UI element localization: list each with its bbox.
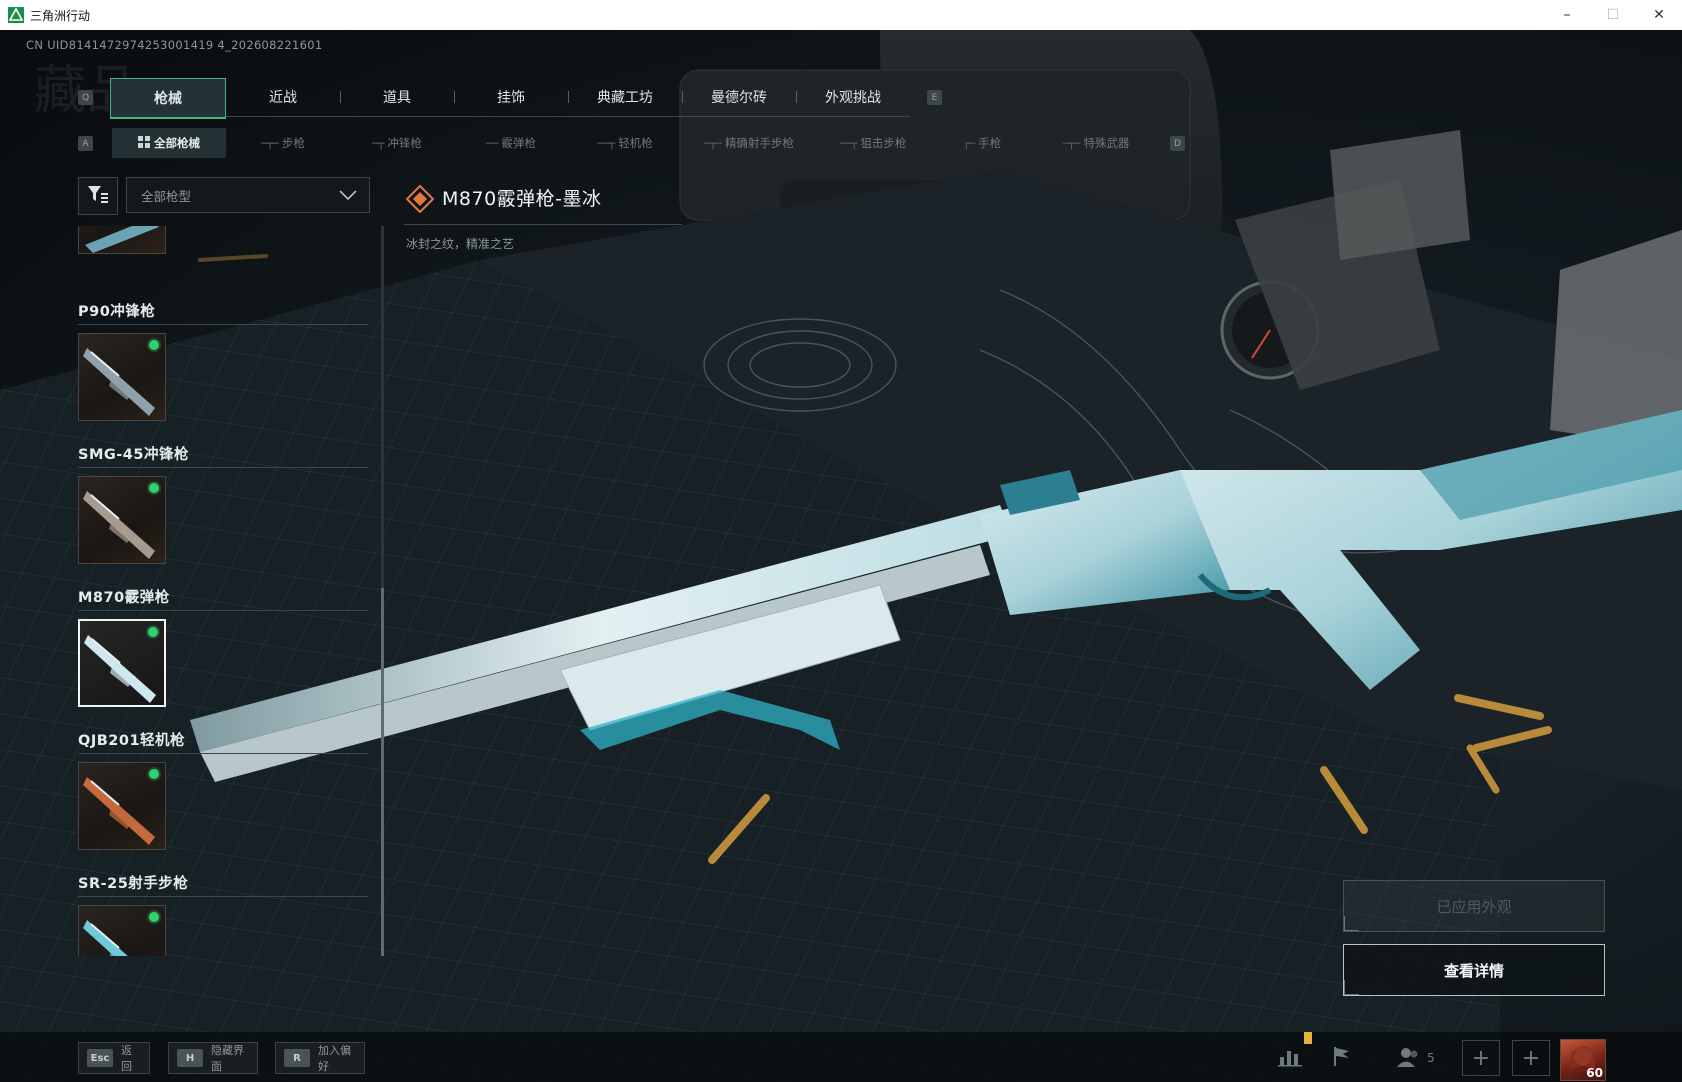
rifle-icon: ─┬─ (261, 136, 279, 150)
weapon-name: SMG-45冲锋枪 (78, 439, 368, 468)
subtab-rifle[interactable]: ─┬─ 步枪 (226, 128, 340, 158)
weapon-thumbnail[interactable] (78, 762, 166, 850)
prev-subtab-key-hint: A (78, 136, 93, 151)
subtab-all-firearms[interactable]: 全部枪械 (112, 128, 226, 158)
weapon-thumbnail[interactable] (78, 333, 166, 421)
player-level: 60 (1586, 1066, 1603, 1080)
rarity-diamond-icon (406, 185, 434, 213)
party-count: 5 (1427, 1051, 1435, 1065)
notification-badge (1304, 1032, 1312, 1044)
plus-icon: + (1521, 1045, 1541, 1071)
owned-indicator-dot (149, 340, 159, 350)
pistol-icon: ┌─ (962, 136, 975, 150)
select-value: 全部枪型 (141, 188, 192, 204)
weapon-name: P90冲锋枪 (78, 296, 368, 325)
weapon-type-select[interactable]: 全部枪型 (126, 177, 370, 213)
flag-icon (1331, 1045, 1353, 1071)
player-avatar[interactable]: 60 (1560, 1039, 1606, 1081)
stats-button[interactable] (1270, 1040, 1310, 1076)
subtab-dmr[interactable]: ─┬─ 精确射手步枪 (682, 128, 816, 158)
subtab-special[interactable]: ─┬─ 特殊武器 (1034, 128, 1158, 158)
weapon-thumbnail[interactable] (78, 905, 166, 956)
party-button[interactable]: 5 (1386, 1040, 1446, 1076)
bar-chart-icon (1278, 1045, 1302, 1071)
weapon-list-scrollbar[interactable] (381, 226, 384, 956)
lmg-icon: ──┬ (597, 136, 615, 150)
tab-melee[interactable]: 近战 (226, 78, 340, 116)
close-button[interactable]: ✕ (1636, 0, 1682, 30)
weapon-thumbnail[interactable] (78, 619, 166, 707)
weapon-type-tabs: 全部枪械 ─┬─ 步枪 ─┬ 冲锋枪 ── 霰弹枪 ──┬ 轻机枪 ─┬─ 精确射手步枪 … (112, 128, 1158, 158)
skin-title: M870霰弹枪-墨冰 (442, 188, 602, 210)
weapon-list-item[interactable]: SMG-45冲锋枪 (78, 439, 368, 564)
chevron-down-icon (339, 188, 357, 203)
minimize-button[interactable]: – (1544, 0, 1590, 30)
special-weapon-icon: ─┬─ (1062, 136, 1081, 150)
party-icon (1397, 1046, 1421, 1071)
next-subtab-key-hint: D (1170, 136, 1185, 151)
tab-mandel-brick[interactable]: 曼德尔砖 (682, 78, 796, 116)
owned-indicator-dot (149, 769, 159, 779)
weapon-list: P90冲锋枪 SMG-45冲锋枪 M870霰弹枪 QJB201轻机枪 SR-25射手步枪 (78, 226, 368, 956)
applied-appearance-button[interactable]: 已应用外观 (1343, 880, 1605, 932)
tab-collection-workshop[interactable]: 典藏工坊 (568, 78, 682, 116)
weapon-list-item[interactable]: M870霰弹枪 (78, 582, 368, 707)
scrollbar-thumb[interactable] (381, 588, 384, 956)
weapon-thumbnail[interactable] (78, 476, 166, 564)
next-tab-key-hint: E (927, 90, 942, 105)
add-favorite-hint-button[interactable]: R 加入偏好 (275, 1042, 365, 1074)
filter-icon (87, 184, 109, 208)
smg-icon: ─┬ (372, 136, 384, 150)
back-hint-button[interactable]: Esc 返回 (78, 1042, 150, 1074)
owned-indicator-dot (149, 483, 159, 493)
button-corner-accent (1344, 980, 1359, 995)
grid-icon (138, 135, 150, 151)
window-title: 三角洲行动 (30, 8, 91, 23)
owned-indicator-dot (148, 627, 158, 637)
app-logo-icon (8, 7, 24, 23)
plus-icon: + (1471, 1045, 1491, 1071)
game-scene: CN UID8141472974253001419 4_202608221601… (0, 30, 1682, 1082)
skin-subtitle: 冰封之纹，精准之艺 (406, 237, 515, 251)
h-key: H (177, 1049, 203, 1067)
prev-tab-key-hint: Q (78, 90, 93, 105)
owned-indicator-dot (149, 912, 159, 922)
esc-key: Esc (87, 1049, 113, 1067)
subtab-shotgun[interactable]: ── 霰弹枪 (454, 128, 568, 158)
r-key: R (284, 1049, 310, 1067)
weapon-name: SR-25射手步枪 (78, 868, 368, 897)
subtab-sniper[interactable]: ──┬ 狙击步枪 (816, 128, 930, 158)
shotgun-icon: ── (486, 136, 498, 150)
tab-charms[interactable]: 挂饰 (454, 78, 568, 116)
weapon-name: QJB201轻机枪 (78, 725, 368, 754)
main-category-tabs: 枪械 近战 道具 挂饰 典藏工坊 曼德尔砖 外观挑战 (110, 78, 910, 119)
subtab-lmg[interactable]: ──┬ 轻机枪 (568, 128, 682, 158)
hide-ui-hint-button[interactable]: H 隐藏界面 (168, 1042, 258, 1074)
subtab-smg[interactable]: ─┬ 冲锋枪 (340, 128, 454, 158)
invite-slot-2[interactable]: + (1512, 1040, 1550, 1076)
weapon-list-item[interactable]: SR-25射手步枪 (78, 868, 368, 956)
title-divider (404, 224, 682, 225)
subtab-pistol[interactable]: ┌─ 手枪 (930, 128, 1034, 158)
bottom-bar: Esc 返回 H 隐藏界面 R 加入偏好 5 + + 60 (0, 1032, 1682, 1082)
tab-firearms[interactable]: 枪械 (110, 78, 226, 119)
tab-items[interactable]: 道具 (340, 78, 454, 116)
view-details-button[interactable]: 查看详情 (1343, 944, 1605, 996)
weapon-list-item[interactable]: P90冲锋枪 (78, 296, 368, 421)
invite-slot-1[interactable]: + (1462, 1040, 1500, 1076)
weapon-thumbnail-partial[interactable] (78, 226, 166, 254)
window-titlebar: 三角洲行动 – ☐ ✕ (0, 0, 1682, 31)
weapon-list-item[interactable]: QJB201轻机枪 (78, 725, 368, 850)
tab-appearance-challenge[interactable]: 外观挑战 (796, 78, 910, 116)
weapon-name: M870霰弹枪 (78, 582, 368, 611)
maximize-button[interactable]: ☐ (1590, 0, 1636, 30)
filter-button[interactable] (78, 177, 118, 215)
sniper-icon: ──┬ (839, 136, 858, 150)
flag-button[interactable] (1322, 1040, 1362, 1076)
button-corner-accent (1344, 916, 1359, 931)
dmr-icon: ─┬─ (704, 136, 722, 150)
